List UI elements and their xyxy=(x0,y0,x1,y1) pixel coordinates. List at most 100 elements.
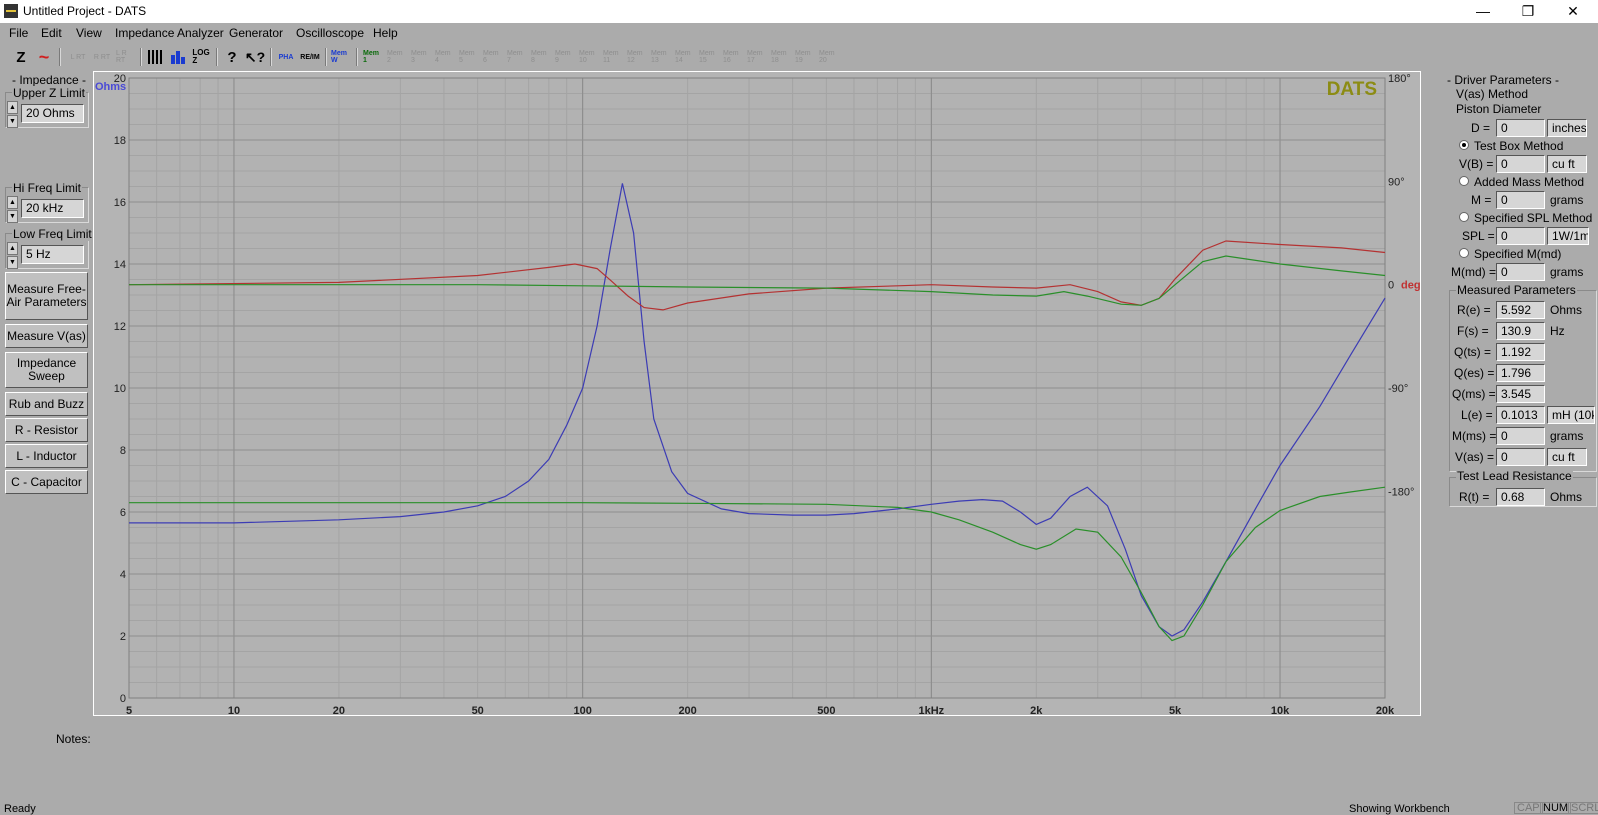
d-field[interactable]: 0 xyxy=(1496,119,1545,137)
mem-slot-button[interactable]: Mem 13 xyxy=(651,47,671,67)
re-field[interactable]: 5.592 xyxy=(1496,301,1545,319)
qts-field[interactable]: 1.192 xyxy=(1496,343,1545,361)
spl-unit-field[interactable]: 1W/1m xyxy=(1547,227,1589,245)
r-rt-button[interactable]: R RT xyxy=(92,47,112,67)
mem-slot-button[interactable]: Mem 5 xyxy=(459,47,479,67)
qts-label: Q(ts) = xyxy=(1454,345,1492,359)
menu-generator[interactable]: Generator xyxy=(229,26,283,40)
measure-vas-button[interactable]: Measure V(as) xyxy=(5,324,88,348)
toolbar-separator xyxy=(216,48,218,66)
mmd-method-radio[interactable] xyxy=(1459,248,1469,258)
mem-slot-button[interactable]: Mem 10 xyxy=(579,47,599,67)
y-tick-label: 8 xyxy=(120,445,126,457)
mms-field[interactable]: 0 xyxy=(1496,427,1545,445)
m-unit: grams xyxy=(1550,193,1584,207)
toolbar-separator xyxy=(325,48,327,66)
x-tick-label: 500 xyxy=(817,705,835,715)
inductor-button[interactable]: L - Inductor xyxy=(5,444,88,468)
toolbar-separator xyxy=(59,48,61,66)
mem-slot-button[interactable]: Mem 15 xyxy=(699,47,719,67)
d-unit-field[interactable]: inches xyxy=(1547,119,1587,137)
menu-bar: File Edit View Impedance Analyzer Genera… xyxy=(0,23,1598,43)
measure-free-air-button[interactable]: Measure Free-Air Parameters xyxy=(5,272,88,320)
mem-slot-button[interactable]: Mem 6 xyxy=(483,47,503,67)
le-unit-field[interactable]: mH (10k) xyxy=(1547,406,1595,424)
menu-view[interactable]: View xyxy=(76,26,102,40)
mem-1-button[interactable]: Mem 1 xyxy=(363,47,383,67)
bar-graph-icon[interactable] xyxy=(168,47,188,67)
hi-freq-field[interactable]: 20 kHz xyxy=(21,199,84,218)
qes-field[interactable]: 1.796 xyxy=(1496,364,1545,382)
low-freq-spinner[interactable]: ▲ ▼ xyxy=(7,242,18,270)
mms-label: M(ms) = xyxy=(1452,429,1497,443)
vas-unit-field[interactable]: cu ft xyxy=(1547,448,1587,466)
y-tick-label: 14 xyxy=(114,259,126,271)
rt-field[interactable]: 0.68 xyxy=(1496,488,1545,506)
fs-unit: Hz xyxy=(1550,324,1565,338)
mem-slot-button[interactable]: Mem 8 xyxy=(531,47,551,67)
resistor-button[interactable]: R - Resistor xyxy=(5,418,88,442)
fs-field[interactable]: 130.9 xyxy=(1496,322,1545,340)
real-imag-button[interactable]: RE/IM xyxy=(300,47,320,67)
maximize-button[interactable]: ❐ xyxy=(1505,0,1551,23)
rub-and-buzz-button[interactable]: Rub and Buzz xyxy=(5,392,88,416)
qms-field[interactable]: 3.545 xyxy=(1496,385,1545,403)
mem-slot-button[interactable]: Mem 16 xyxy=(723,47,743,67)
mem-slot-button[interactable]: Mem 3 xyxy=(411,47,431,67)
mem-slot-button[interactable]: Mem 11 xyxy=(603,47,623,67)
le-field[interactable]: 0.1013 xyxy=(1496,406,1545,424)
phase-button[interactable]: PHA xyxy=(276,47,296,67)
impedance-sweep-button[interactable]: Impedance Sweep xyxy=(5,352,88,388)
upper-z-spinner[interactable]: ▲ ▼ xyxy=(7,101,18,129)
mem-w-button[interactable]: Mem W xyxy=(331,47,351,67)
y-tick-label: 10 xyxy=(114,383,126,395)
menu-edit[interactable]: Edit xyxy=(41,26,62,40)
upper-z-field[interactable]: 20 Ohms xyxy=(21,104,84,123)
test-lead-title: Test Lead Resistance xyxy=(1456,469,1573,483)
capacitor-button[interactable]: C - Capacitor xyxy=(5,470,88,494)
test-box-label: Test Box Method xyxy=(1474,139,1564,153)
vb-field[interactable]: 0 xyxy=(1496,155,1545,173)
mem-slot-button[interactable]: Mem 9 xyxy=(555,47,575,67)
spl-field[interactable]: 0 xyxy=(1496,227,1545,245)
m-field[interactable]: 0 xyxy=(1496,191,1545,209)
mem-slot-button[interactable]: Mem 14 xyxy=(675,47,695,67)
mem-slot-button[interactable]: Mem 18 xyxy=(771,47,791,67)
mem-slot-button[interactable]: Mem 7 xyxy=(507,47,527,67)
context-help-icon[interactable]: ↖? xyxy=(245,47,265,67)
mem-slot-button[interactable]: Mem 19 xyxy=(795,47,815,67)
mmd-unit: grams xyxy=(1550,265,1584,279)
log-scale-icon[interactable]: LOG Z xyxy=(191,47,211,67)
mem-slot-button[interactable]: Mem 2 xyxy=(387,47,407,67)
mem-slot-button[interactable]: Mem 4 xyxy=(435,47,455,67)
spl-method-label: Specified SPL Method xyxy=(1474,211,1593,225)
close-button[interactable]: ✕ xyxy=(1550,0,1596,23)
mem-slot-button[interactable]: Mem 20 xyxy=(819,47,839,67)
grid-lines-icon[interactable] xyxy=(145,47,165,67)
added-mass-radio[interactable] xyxy=(1459,176,1469,186)
test-box-radio[interactable] xyxy=(1459,140,1469,150)
help-icon[interactable]: ? xyxy=(222,47,242,67)
rt-unit: Ohms xyxy=(1550,490,1583,504)
x-tick-label: 10k xyxy=(1271,705,1290,715)
sine-wave-button[interactable]: ~ xyxy=(34,47,54,67)
mem-slot-button[interactable]: Mem 12 xyxy=(627,47,647,67)
impedance-z-button[interactable]: Z xyxy=(11,47,31,67)
menu-oscilloscope[interactable]: Oscilloscope xyxy=(296,26,364,40)
mmd-field[interactable]: 0 xyxy=(1496,263,1545,281)
l-rt-button[interactable]: L RT xyxy=(68,47,88,67)
low-freq-field[interactable]: 5 Hz xyxy=(21,245,84,264)
hi-freq-spinner[interactable]: ▲ ▼ xyxy=(7,196,18,224)
lr-rt-button[interactable]: L R RT xyxy=(116,47,136,67)
rt-label: R(t) = xyxy=(1459,490,1490,504)
menu-impedance-analyzer[interactable]: Impedance Analyzer xyxy=(115,26,224,40)
spl-method-radio[interactable] xyxy=(1459,212,1469,222)
m-label: M = xyxy=(1471,193,1492,207)
vb-unit-field[interactable]: cu ft xyxy=(1547,155,1587,173)
spl-label: SPL = xyxy=(1462,229,1495,243)
minimize-button[interactable]: — xyxy=(1460,0,1506,23)
menu-file[interactable]: File xyxy=(9,26,28,40)
menu-help[interactable]: Help xyxy=(373,26,398,40)
mem-slot-button[interactable]: Mem 17 xyxy=(747,47,767,67)
vas-field[interactable]: 0 xyxy=(1496,448,1545,466)
